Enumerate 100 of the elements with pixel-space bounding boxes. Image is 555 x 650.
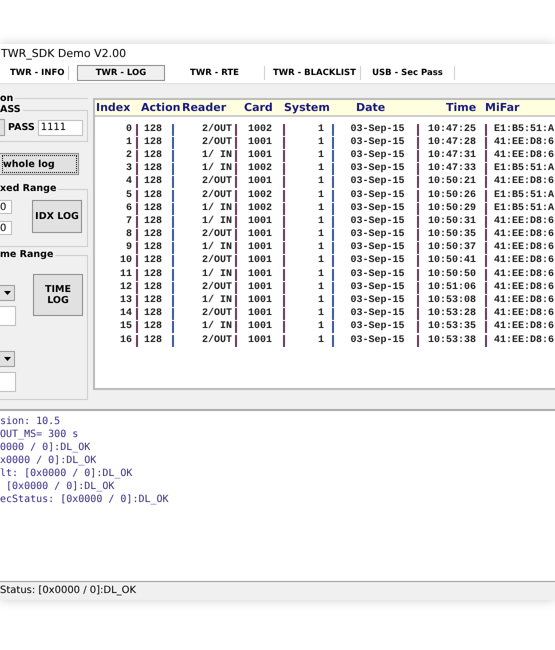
idx-log-button[interactable]: IDX LOG <box>32 200 82 233</box>
table-cell: 10:50:26 <box>419 190 487 202</box>
index-field[interactable]: 0 <box>0 221 12 235</box>
table-cell: 0 <box>95 124 138 136</box>
table-cell: 10:50:37 <box>419 242 487 254</box>
table-cell: 1001 <box>237 242 285 254</box>
table-cell: 1001 <box>237 308 285 320</box>
tab[interactable]: TWR - RTE <box>165 66 265 80</box>
status-bar: Status: [0x0000 / 0]:DL_OK <box>0 581 555 600</box>
table-cell: 10:50:29 <box>419 202 487 215</box>
table-cell: 128 <box>138 321 174 334</box>
table-cell-text: E1:B5:51:A <box>493 202 554 215</box>
table-cell: 03-Sep-15 <box>334 321 419 334</box>
table-cell: 128 <box>138 136 174 149</box>
table-cell: 8 <box>95 229 138 242</box>
log-line: ecStatus: [0x0000 / 0]:DL_OK <box>0 493 170 506</box>
table-cell: 11 <box>95 268 138 281</box>
table-cell: 10:50:31 <box>419 216 487 228</box>
table-cell: 14 <box>95 308 138 320</box>
table-cell: 1001 <box>237 150 285 162</box>
dropdown[interactable] <box>0 351 15 367</box>
table-cell-text: 41:EE:D8:6 <box>493 308 554 320</box>
table-cell: 1/ IN <box>174 202 237 215</box>
group-title: me Range <box>0 249 56 260</box>
table-cell: 1 <box>285 334 334 347</box>
table-cell: 1 <box>285 255 334 268</box>
column-header[interactable]: Action <box>139 101 181 114</box>
table-cell-text: E1:B5:51:A <box>493 190 554 202</box>
table-cell: 128 <box>138 282 174 294</box>
table-cell: 128 <box>138 255 174 268</box>
table-cell: 10:47:33 <box>419 163 487 176</box>
table-cell: 2 <box>95 150 138 162</box>
column-header[interactable]: Time <box>406 101 481 114</box>
time-log-button[interactable]: TIME LOG <box>33 274 83 316</box>
table-cell: 1 <box>285 136 334 149</box>
table-cell: 128 <box>138 216 174 228</box>
log-line: x0000 / 0]:DL_OK <box>0 454 98 467</box>
table-cell: 128 <box>138 163 174 176</box>
table-cell: 1001 <box>237 268 285 281</box>
tab[interactable]: TWR - LOG <box>77 65 165 81</box>
table-cell: 03-Sep-15 <box>334 229 419 242</box>
index-field[interactable]: 0 <box>0 200 12 214</box>
table-cell: 128 <box>138 242 174 254</box>
column-header[interactable]: Reader <box>181 101 238 114</box>
time-field[interactable] <box>0 372 16 392</box>
table-cell: 2/OUT <box>174 334 237 347</box>
table-cell-text: E1:B5:51:A <box>493 163 554 176</box>
column-header[interactable]: Card <box>238 101 283 114</box>
table-cell: 1 <box>285 124 334 136</box>
table-cell: 3 <box>95 163 138 176</box>
table-cell-text: 41:EE:D8:6 <box>493 216 554 228</box>
table-cell: 1 <box>285 176 334 188</box>
whole-log-button[interactable]: whole log <box>0 153 79 175</box>
column-header[interactable]: Index <box>95 101 139 114</box>
table-cell: 10:50:50 <box>419 268 487 281</box>
table-cell: 10:47:28 <box>419 136 487 149</box>
table-cell: 4 <box>95 176 138 188</box>
table-cell: 2/OUT <box>174 124 237 136</box>
table-cell: 128 <box>138 150 174 162</box>
table-cell: 1002 <box>237 202 285 215</box>
table-cell: 1001 <box>237 229 285 242</box>
table-cell: 128 <box>138 295 174 308</box>
log-line: sion: 10.5 <box>0 415 62 428</box>
tab[interactable]: USB - Sec Pass <box>361 66 455 80</box>
table-cell: 10:47:25 <box>419 124 487 136</box>
table-cell: 03-Sep-15 <box>334 216 419 228</box>
table-cell: 1/ IN <box>174 321 237 334</box>
table-cell: 128 <box>138 202 174 215</box>
table-cell: 7 <box>95 216 138 228</box>
dropdown[interactable] <box>0 285 15 301</box>
table-cell: 1001 <box>237 321 285 334</box>
table-cell: 03-Sep-15 <box>334 308 419 320</box>
table-cell: 1/ IN <box>174 216 237 228</box>
column-header[interactable]: System <box>283 101 346 114</box>
group-title: xed Range <box>0 183 58 194</box>
log-line: 0000 / 0]:DL_OK <box>0 441 92 454</box>
table-cell: 12 <box>95 282 138 294</box>
table-cell: 2/OUT <box>174 136 237 149</box>
table-cell: 1001 <box>237 176 285 188</box>
table-cell: 1/ IN <box>174 163 237 176</box>
table-cell: 1 <box>285 202 334 215</box>
table-cell: 128 <box>138 190 174 202</box>
window-title: TWR_SDK Demo V2.00 <box>0 46 128 62</box>
table-cell: 1 <box>285 308 334 320</box>
button[interactable] <box>0 119 5 136</box>
tab[interactable]: TWR - INFO <box>0 66 69 80</box>
table-cell: 1 <box>95 136 138 149</box>
column-header[interactable]: MiFar <box>481 101 520 114</box>
table-cell: 13 <box>95 295 138 308</box>
table-cell: 10:50:21 <box>419 176 487 188</box>
tab[interactable]: TWR - BLACKLIST <box>265 66 361 80</box>
column-header[interactable]: Date <box>346 101 406 114</box>
table-cell: 6 <box>95 202 138 215</box>
time-field[interactable] <box>0 306 16 326</box>
table-cell: 2/OUT <box>174 229 237 242</box>
table-cell: 2/OUT <box>174 255 237 268</box>
password-field[interactable]: 1111 <box>38 120 83 136</box>
table-cell-text: 41:EE:D8:6 <box>493 334 554 347</box>
table-cell: 1 <box>285 216 334 228</box>
caret-icon <box>4 291 10 295</box>
